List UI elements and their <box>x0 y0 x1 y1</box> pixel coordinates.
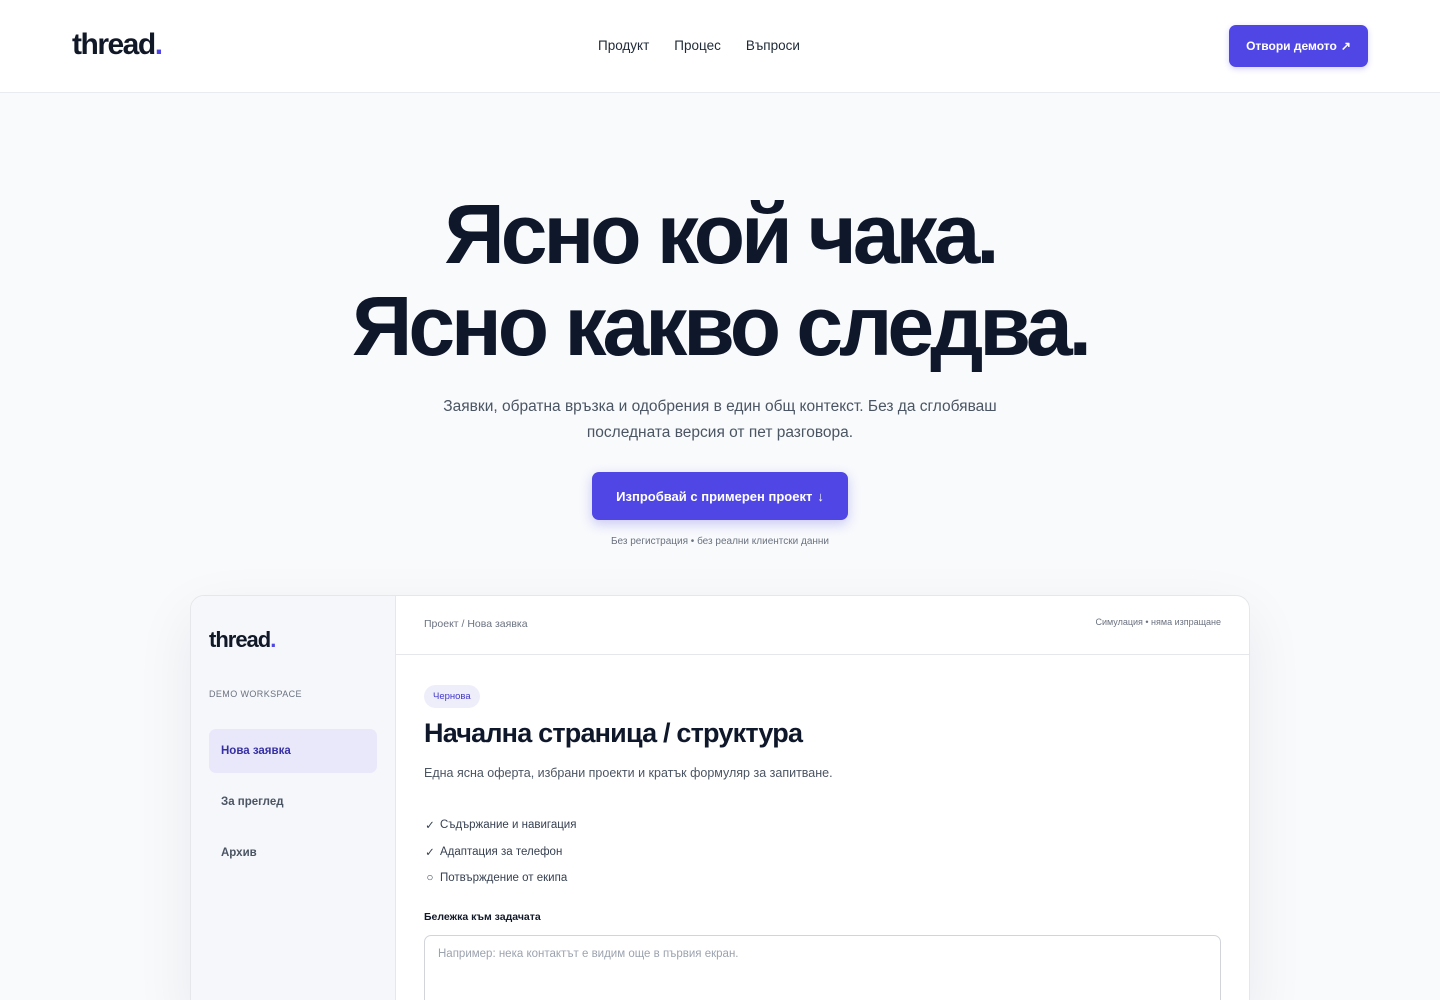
demo-main-panel: Проект / Нова заявка Симулация • няма из… <box>396 596 1249 1000</box>
demo-sidebar: thread. DEMO WORKSPACE Нова заявка За пр… <box>191 596 396 1000</box>
task-note-label: Бележка към задачата <box>424 911 541 923</box>
workspace-label: DEMO WORKSPACE <box>209 689 302 699</box>
simulation-note: Симулация • няма изпращане <box>1095 617 1221 627</box>
checklist-item: ✓ Адаптация за телефон <box>424 839 576 866</box>
task-title: Начална страница / структура <box>424 718 803 748</box>
hero-title-line-1: Ясно кой чака. <box>444 187 999 281</box>
main-nav: Продукт Процес Въпроси <box>598 36 800 56</box>
status-badge: Чернова <box>424 685 480 708</box>
demo-logo-dot: . <box>270 627 276 652</box>
hero-note: Без регистрация • без реални клиентски д… <box>610 536 830 547</box>
sidebar-item-label: Архив <box>221 847 257 859</box>
sidebar-item-new-request[interactable]: Нова заявка <box>209 729 377 773</box>
open-demo-label: Отвори демото <box>1246 39 1337 53</box>
nav-link-process[interactable]: Процес <box>674 36 721 56</box>
try-sample-project-label: Изпробвай с примерен проект <box>616 488 813 504</box>
arrow-down-icon: ↓ <box>817 488 824 504</box>
check-icon: ✓ <box>425 846 435 859</box>
try-sample-project-button[interactable]: Изпробвай с примерен проект ↓ <box>592 472 848 520</box>
arrow-up-right-icon: ↗ <box>1340 39 1351 53</box>
hero-subtitle: Заявки, обратна връзка и одобрения в еди… <box>443 398 997 441</box>
sidebar-item-label: Нова заявка <box>221 745 291 757</box>
top-navigation-bar: thread. Продукт Процес Въпроси Отвори де… <box>0 0 1440 93</box>
task-checklist: ✓ Съдържание и навигация ✓ Адаптация за … <box>424 812 576 892</box>
checklist-item: ○ Потвърждение от екипа <box>424 865 576 892</box>
brand-logo-text: thread <box>72 28 156 61</box>
sidebar-item-archive[interactable]: Архив <box>209 831 377 875</box>
demo-brand-logo: thread. <box>209 627 276 653</box>
nav-link-faq[interactable]: Въпроси <box>746 36 800 56</box>
demo-window: thread. DEMO WORKSPACE Нова заявка За пр… <box>190 595 1250 1000</box>
hero-title-line-2: Ясно какво следва. <box>351 279 1092 373</box>
open-demo-button[interactable]: Отвори демото ↗ <box>1229 25 1368 67</box>
sidebar-item-label: За преглед <box>221 796 284 808</box>
brand-logo[interactable]: thread. <box>72 28 163 62</box>
checklist-item: ✓ Съдържание и навигация <box>424 812 576 839</box>
checklist-item-label: Потвърждение от екипа <box>440 872 568 885</box>
task-note-field[interactable] <box>424 935 1221 1000</box>
checklist-item-label: Адаптация за телефон <box>440 845 563 858</box>
brand-logo-dot: . <box>154 28 163 61</box>
check-icon: ✓ <box>425 820 435 833</box>
demo-header: Проект / Нова заявка Симулация • няма из… <box>396 596 1249 655</box>
task-description: Една ясна оферта, избрани проекти и крат… <box>424 766 833 780</box>
hero-title: Ясно кой чака. Ясно какво следва. <box>0 188 1440 372</box>
checklist-item-label: Съдържание и навигация <box>440 819 577 832</box>
demo-logo-text: thread <box>209 627 271 652</box>
nav-link-product[interactable]: Продукт <box>598 36 649 56</box>
sidebar-item-for-review[interactable]: За преглед <box>209 780 377 824</box>
circle-icon: ○ <box>426 872 434 885</box>
breadcrumb: Проект / Нова заявка <box>424 618 528 630</box>
